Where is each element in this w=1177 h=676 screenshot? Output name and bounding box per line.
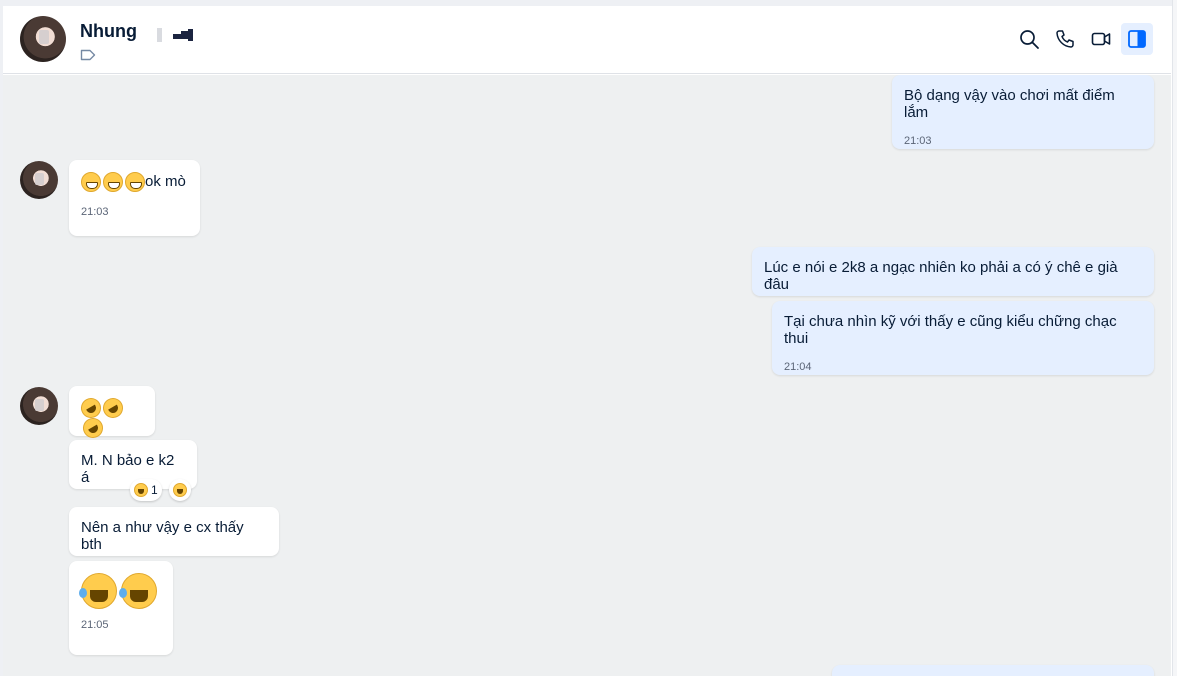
joy-emoji-icon — [119, 573, 157, 609]
message-sent[interactable]: Bộ dạng vậy vào chơi mất điểm lắm 21:03 — [892, 75, 1154, 149]
scrollbar[interactable] — [1172, 0, 1177, 676]
message-time: 21:03 — [81, 206, 109, 218]
grinning-emoji-icon — [125, 172, 145, 192]
message-text: Bộ dạng vậy vào chơi mất điểm lắm — [904, 87, 1115, 121]
message-time: 21:03 — [904, 135, 932, 147]
message-text: Tại chưa nhìn kỹ với thấy e cũng kiểu ch… — [784, 313, 1117, 347]
phone-icon — [1056, 30, 1074, 48]
search-icon — [1020, 30, 1039, 49]
message-text: M. N bảo e k2 á — [81, 452, 175, 486]
message-time: 21:05 — [81, 619, 109, 631]
message-text: ok mò — [145, 172, 186, 190]
message-text: Lúc e nói e 2k8 a ngạc nhiên ko phải a c… — [764, 259, 1118, 293]
sidebar-toggle-icon — [1128, 30, 1146, 48]
grinning-emoji-icon — [103, 172, 123, 192]
message-received[interactable]: ok mò 21:03 — [69, 160, 200, 236]
conversation-info-toggle[interactable] — [1121, 23, 1153, 55]
add-reaction-button[interactable] — [169, 479, 191, 501]
message-time: 21:04 — [784, 361, 812, 373]
search-button[interactable] — [1013, 23, 1045, 55]
contact-name[interactable]: Nhung — [80, 21, 137, 42]
grinning-emoji-icon — [81, 172, 101, 192]
video-call-button[interactable] — [1085, 23, 1117, 55]
sender-avatar[interactable] — [20, 161, 58, 199]
rofl-emoji-icon — [99, 394, 127, 422]
voice-call-button[interactable] — [1049, 23, 1081, 55]
video-icon — [1091, 32, 1111, 46]
tag-icon[interactable] — [80, 49, 96, 61]
name-redaction-mark — [157, 28, 193, 42]
joy-emoji-icon — [79, 573, 117, 609]
message-received[interactable]: 21:05 — [69, 561, 173, 655]
rofl-emoji-icon — [79, 414, 107, 442]
reaction-count: 1 — [151, 483, 158, 497]
reaction-count-badge[interactable]: 1 — [130, 479, 162, 501]
message-text: Nên a như vậy e cx thấy bth — [81, 519, 244, 553]
message-sent[interactable]: Lúc e nói e 2k8 a ngạc nhiên ko phải a c… — [752, 247, 1154, 296]
message-received[interactable] — [69, 386, 155, 442]
avatar-redaction — [35, 399, 44, 411]
message-list[interactable]: Bộ dạng vậy vào chơi mất điểm lắm 21:03 … — [3, 75, 1171, 676]
laughing-emoji-icon — [173, 483, 187, 497]
avatar-redaction — [35, 173, 44, 185]
avatar-redaction — [39, 30, 49, 44]
chat-header: Nhung — [3, 6, 1171, 74]
message-sent[interactable]: Tại chưa nhìn kỹ với thấy e cũng kiểu ch… — [772, 301, 1154, 375]
laughing-emoji-icon — [134, 483, 148, 497]
message-received[interactable]: Nên a như vậy e cx thấy bth — [69, 507, 279, 556]
message-sent-partial[interactable] — [832, 665, 1154, 676]
contact-avatar[interactable] — [20, 16, 66, 62]
sender-avatar[interactable] — [20, 387, 58, 425]
